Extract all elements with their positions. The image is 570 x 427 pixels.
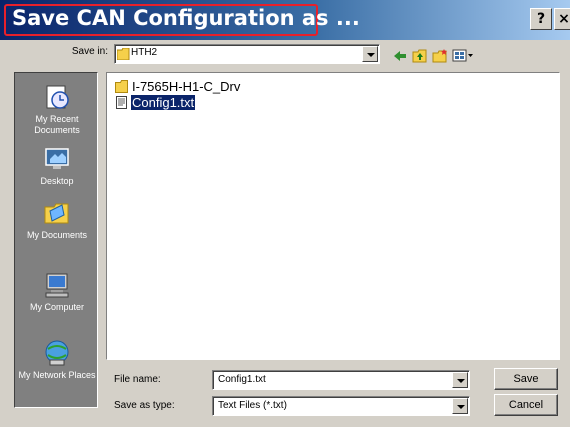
save-in-value: HTH2 xyxy=(131,47,158,58)
folder-icon xyxy=(115,80,128,93)
save-button[interactable]: Save xyxy=(494,368,558,390)
places-bar: My Recent Documents Desktop My Documents xyxy=(14,72,98,408)
place-my-computer[interactable]: My Computer xyxy=(15,271,99,313)
close-button[interactable]: × xyxy=(554,8,570,30)
place-label: My Network Places xyxy=(18,370,96,380)
cancel-button[interactable]: Cancel xyxy=(494,394,558,416)
folder-icon xyxy=(117,48,130,60)
chevron-down-icon[interactable] xyxy=(452,372,468,388)
place-desktop[interactable]: Desktop xyxy=(15,145,99,187)
save-dialog: Save CAN Configuration as ... ? × Save i… xyxy=(0,0,570,427)
place-label: My Documents xyxy=(26,230,88,240)
filename-label: File name: xyxy=(114,374,161,385)
place-network-places[interactable]: My Network Places xyxy=(15,339,99,381)
filename-value: Config1.txt xyxy=(218,374,266,385)
back-icon[interactable] xyxy=(392,49,408,63)
filetype-label: Save as type: xyxy=(114,400,175,411)
file-name: I-7565H-H1-C_Drv xyxy=(132,79,241,94)
place-my-documents[interactable]: My Documents xyxy=(15,199,99,241)
file-list[interactable]: I-7565H-H1-C_Drv Config1.txt xyxy=(106,72,560,360)
dialog-title: Save CAN Configuration as ... xyxy=(12,6,360,30)
filename-input[interactable]: Config1.txt xyxy=(212,370,470,390)
text-file-icon xyxy=(116,96,127,109)
desktop-icon xyxy=(45,148,69,169)
chevron-down-icon[interactable] xyxy=(362,46,378,62)
up-folder-icon[interactable] xyxy=(412,49,428,63)
place-label: My Computer xyxy=(29,302,84,312)
file-name: Config1.txt xyxy=(131,95,196,110)
title-bar[interactable]: Save CAN Configuration as ... ? × xyxy=(0,0,570,40)
chevron-down-icon[interactable] xyxy=(452,398,468,414)
place-label: Desktop xyxy=(40,176,74,186)
place-label: My Recent Documents xyxy=(34,114,80,135)
save-in-dropdown[interactable]: HTH2 xyxy=(114,44,380,64)
new-folder-icon[interactable] xyxy=(432,49,448,63)
my-documents-icon xyxy=(44,203,69,224)
save-in-label: Save in: xyxy=(71,46,108,57)
view-menu-icon[interactable] xyxy=(452,49,474,63)
my-computer-icon xyxy=(45,273,69,298)
network-places-icon xyxy=(45,340,69,366)
filetype-select[interactable]: Text Files (*.txt) xyxy=(212,396,470,416)
filetype-value: Text Files (*.txt) xyxy=(218,400,287,411)
help-button[interactable]: ? xyxy=(530,8,552,30)
recent-documents-icon xyxy=(46,85,69,109)
place-recent-documents[interactable]: My Recent Documents xyxy=(15,83,99,136)
